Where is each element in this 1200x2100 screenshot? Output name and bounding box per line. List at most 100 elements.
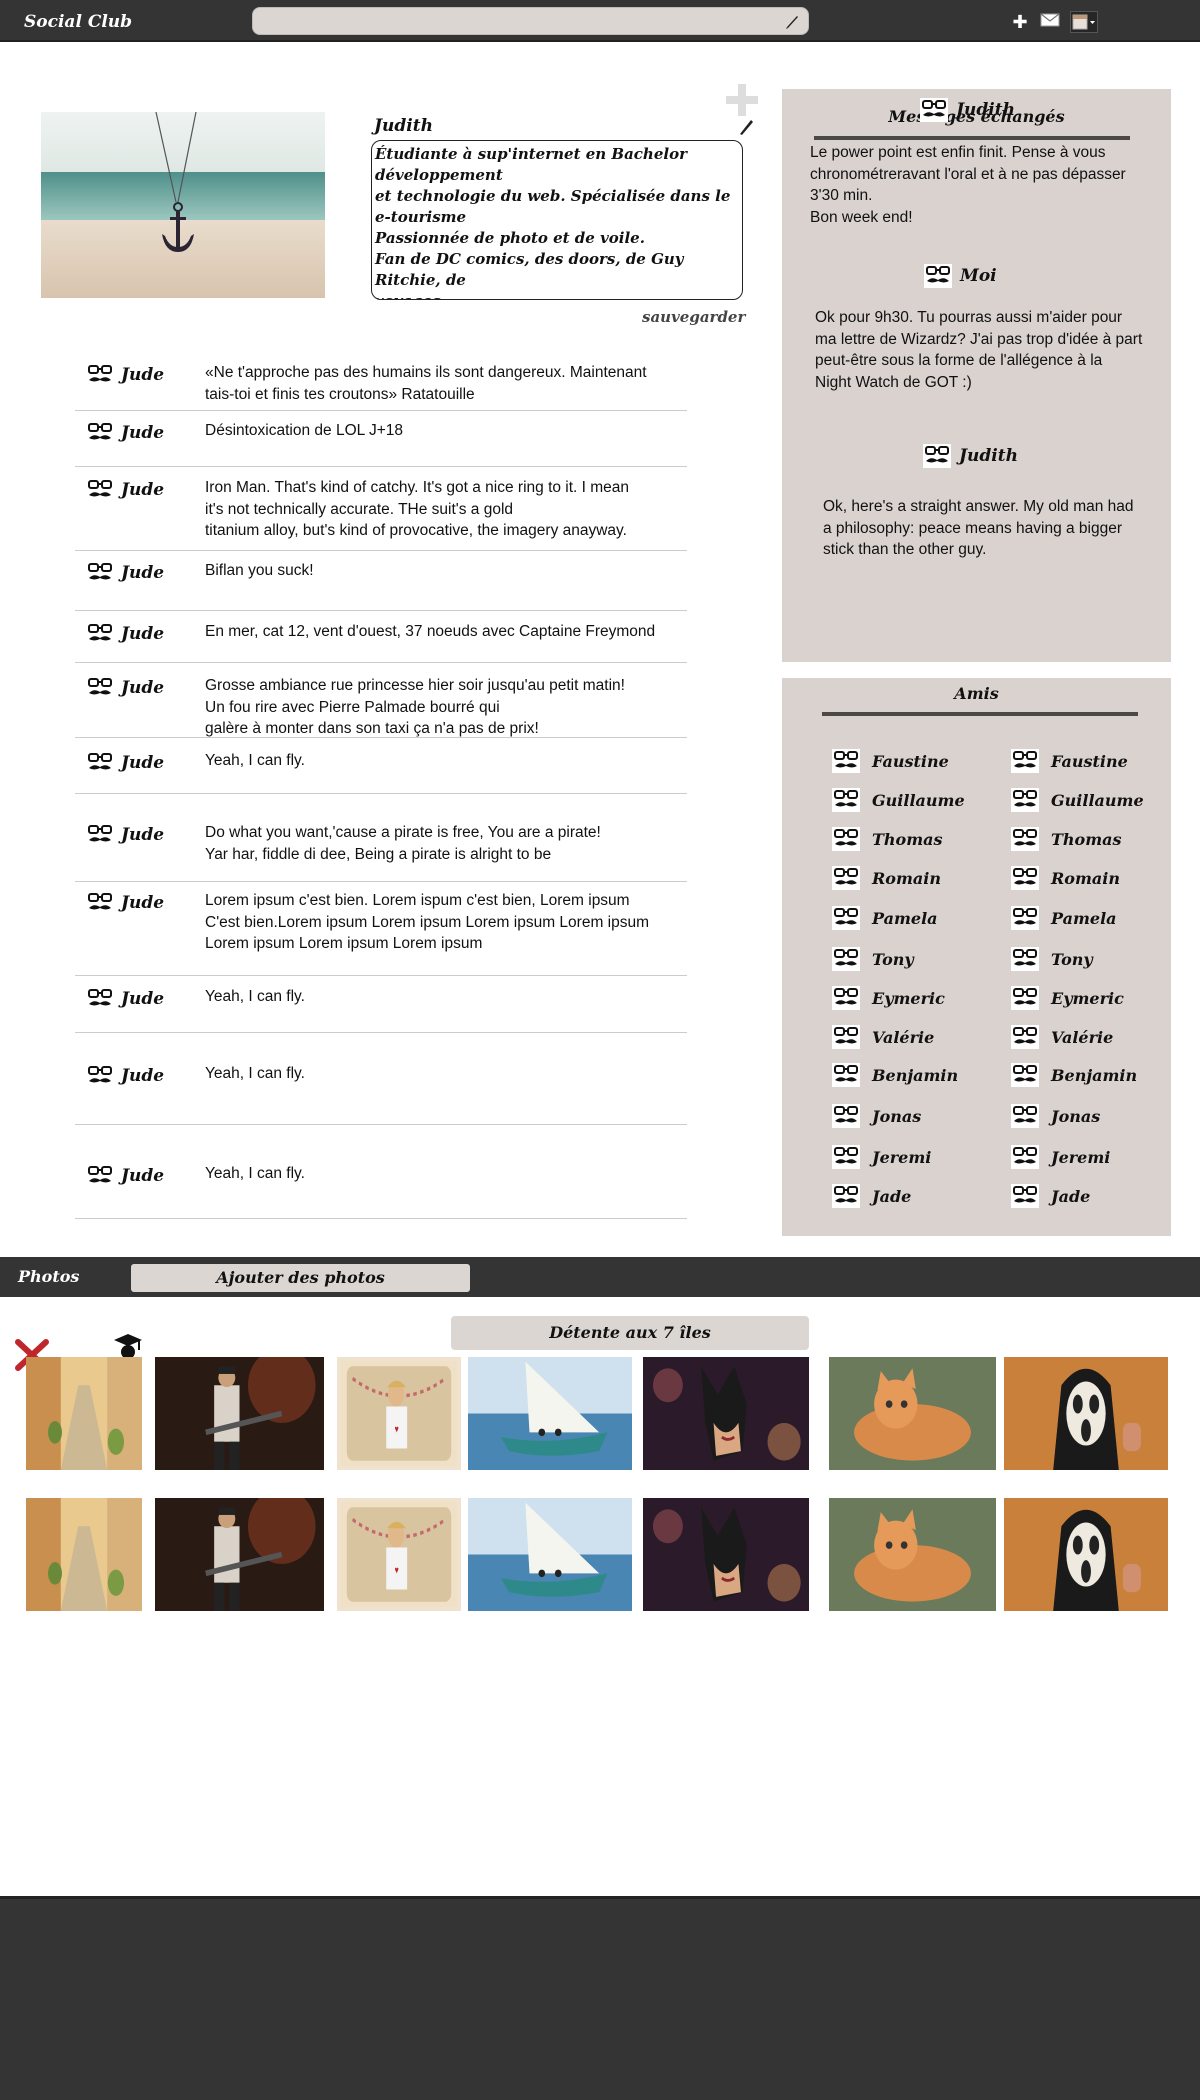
photo-catwoman[interactable] — [643, 1498, 809, 1611]
photo-cat[interactable] — [829, 1498, 996, 1611]
feed-row[interactable]: Jude Yeah, I can fly. — [75, 1125, 687, 1219]
calendar-dropdown-icon[interactable] — [1070, 11, 1098, 33]
friend-item[interactable]: Pamela — [832, 906, 938, 930]
feed-user[interactable]: Jude — [121, 893, 164, 913]
feed-row[interactable]: Jude En mer, cat 12, vent d'ouest, 37 noe… — [75, 611, 687, 663]
message-sender[interactable]: Moi — [924, 264, 997, 288]
friend-item[interactable]: Guillaume — [832, 788, 965, 812]
album-title[interactable]: Détente aux 7 îles — [451, 1316, 809, 1350]
add-icon[interactable] — [724, 82, 760, 118]
photo-alley[interactable] — [26, 1357, 142, 1470]
mustache-icon — [1011, 1145, 1039, 1169]
photo-alley[interactable] — [26, 1498, 142, 1611]
messages-panel: Messages échangés Judith Le power point e… — [782, 89, 1171, 662]
feed-row[interactable]: Jude Do what you want,'cause a pirate is … — [75, 794, 687, 882]
photo-sailboat[interactable] — [468, 1357, 632, 1470]
feed-user[interactable]: Jude — [121, 624, 164, 644]
mustache-icon — [1011, 1184, 1039, 1208]
bio-textarea[interactable]: Étudiante à sup'internet en Bachelor dév… — [371, 140, 743, 300]
add-icon[interactable]: ✚ — [1010, 12, 1030, 32]
mustache-icon — [87, 422, 113, 444]
friend-item[interactable]: Guillaume — [1011, 788, 1144, 812]
footer — [0, 1896, 1200, 2100]
friend-name: Guillaume — [872, 790, 965, 810]
friend-item[interactable]: Valérie — [832, 1025, 934, 1049]
friend-item[interactable]: Pamela — [1011, 906, 1117, 930]
feed-row[interactable]: Jude «Ne t'approche pas des humains ils s… — [75, 354, 687, 411]
photos-bar: Photos Ajouter des photos — [0, 1257, 1200, 1297]
message-sender[interactable]: Judith — [920, 98, 1015, 122]
friend-item[interactable]: Thomas — [832, 827, 943, 851]
message-sender[interactable]: Judith — [923, 444, 1018, 468]
mustache-icon — [832, 1063, 860, 1087]
mustache-icon — [1011, 866, 1039, 890]
friend-item[interactable]: Eymeric — [1011, 986, 1124, 1010]
friend-item[interactable]: Faustine — [1011, 749, 1128, 773]
message-sender-name: Judith — [956, 100, 1015, 120]
friend-item[interactable]: Eymeric — [832, 986, 945, 1010]
photo-guitarist[interactable] — [155, 1357, 324, 1470]
feed-text: En mer, cat 12, vent d'ouest, 37 noeuds … — [205, 623, 656, 640]
friend-item[interactable]: Jonas — [1011, 1104, 1100, 1128]
mustache-icon — [1011, 947, 1039, 971]
mustache-icon — [832, 1145, 860, 1169]
mail-icon[interactable] — [1040, 12, 1060, 32]
save-button[interactable]: sauvegarder — [642, 308, 745, 326]
friend-item[interactable]: Jonas — [832, 1104, 921, 1128]
photo-catwoman[interactable] — [643, 1357, 809, 1470]
friend-item[interactable]: Jeremi — [1011, 1145, 1110, 1169]
feed-row[interactable]: Jude Lorem ipsum c'est bien. Lorem ispum … — [75, 882, 687, 976]
feed-user[interactable]: Jude — [121, 365, 164, 385]
photo-scream-mask[interactable] — [1004, 1498, 1168, 1611]
photo-cat[interactable] — [829, 1357, 996, 1470]
friend-name: Jeremi — [1051, 1147, 1111, 1167]
friend-item[interactable]: Tony — [1011, 947, 1093, 971]
feed-row[interactable]: Jude Grosse ambiance rue princesse hier s… — [75, 663, 687, 738]
friend-item[interactable]: Thomas — [1011, 827, 1122, 851]
message-text: Le power point est enfin finit. Pense à … — [810, 144, 1126, 226]
photo-sailboat[interactable] — [468, 1498, 632, 1611]
feed-user[interactable]: Jude — [121, 825, 164, 845]
feed-row[interactable]: Jude Yeah, I can fly. — [75, 976, 687, 1033]
photo-ny-girl[interactable]: ♥ — [337, 1357, 461, 1470]
friend-item[interactable]: Jade — [832, 1184, 911, 1208]
friend-item[interactable]: Faustine — [832, 749, 949, 773]
profile-photo[interactable] — [41, 112, 325, 298]
photo-guitarist[interactable] — [155, 1498, 324, 1611]
friend-item[interactable]: Jade — [1011, 1184, 1090, 1208]
add-photos-button[interactable]: Ajouter des photos — [131, 1264, 470, 1292]
feed-user[interactable]: Jude — [121, 563, 164, 583]
feed-row[interactable]: Jude Désintoxication de LOL J+18 — [75, 411, 687, 467]
feed-user[interactable]: Jude — [121, 423, 164, 443]
message-text: Ok, here's a straight answer. My old man… — [823, 498, 1134, 558]
friend-item[interactable]: Romain — [1011, 866, 1120, 890]
friend-name: Romain — [1051, 868, 1120, 888]
feed-user[interactable]: Jude — [121, 1066, 164, 1086]
friend-item[interactable]: Jeremi — [832, 1145, 931, 1169]
mustache-icon — [87, 752, 113, 774]
feed-user[interactable]: Jude — [121, 1166, 164, 1186]
feed-row[interactable]: Jude Yeah, I can fly. — [75, 1033, 687, 1125]
photo-scream-mask[interactable] — [1004, 1357, 1168, 1470]
feed-text: Yeah, I can fly. — [205, 988, 305, 1005]
friend-item[interactable]: Benjamin — [1011, 1063, 1137, 1087]
feed-user[interactable]: Jude — [121, 480, 164, 500]
friend-name: Eymeric — [872, 988, 945, 1008]
feed-row[interactable]: Jude Iron Man. That's kind of catchy. It'… — [75, 467, 687, 551]
feed-user[interactable]: Jude — [121, 678, 164, 698]
feed-row[interactable]: Jude Yeah, I can fly. — [75, 738, 687, 794]
feed-user[interactable]: Jude — [121, 753, 164, 773]
feed-text: Lorem ipsum c'est bien. Lorem ispum c'es… — [205, 892, 650, 952]
friend-item[interactable]: Valérie — [1011, 1025, 1113, 1049]
app-title[interactable]: Social Club — [24, 12, 132, 32]
photo-ny-girl[interactable]: ♥ — [337, 1498, 461, 1611]
friend-item[interactable]: Tony — [832, 947, 914, 971]
mustache-icon — [1011, 749, 1039, 773]
search-input[interactable] — [252, 7, 809, 35]
feed-user[interactable]: Jude — [121, 989, 164, 1009]
friend-item[interactable]: Romain — [832, 866, 941, 890]
pen-icon[interactable] — [738, 118, 754, 136]
friend-item[interactable]: Benjamin — [832, 1063, 958, 1087]
pen-icon[interactable] — [784, 13, 800, 29]
feed-row[interactable]: Jude Biflan you suck! — [75, 551, 687, 611]
